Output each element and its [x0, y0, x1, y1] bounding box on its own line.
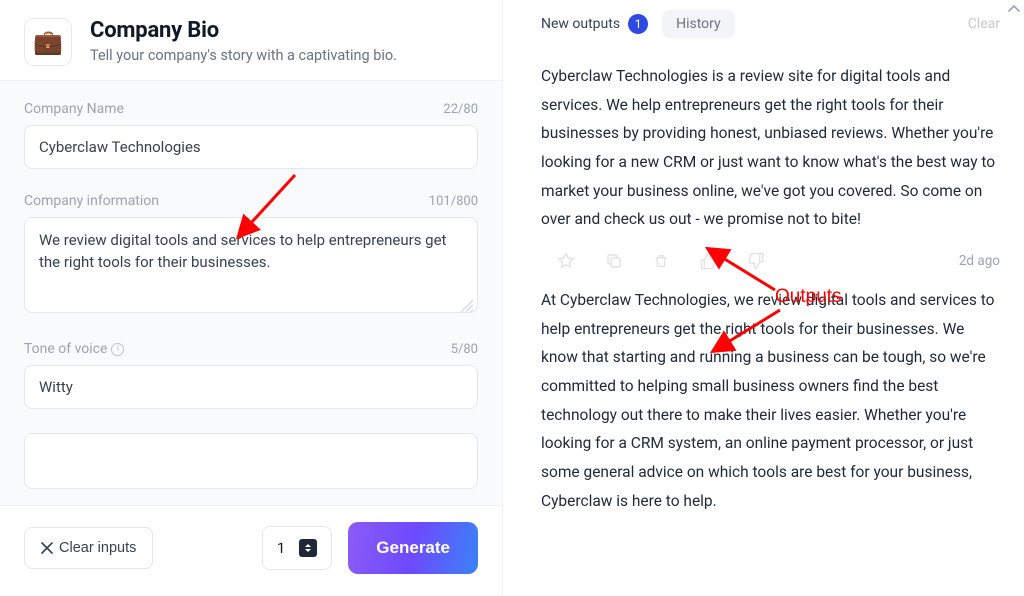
clear-inputs-label: Clear inputs	[59, 540, 136, 556]
clear-inputs-button[interactable]: Clear inputs	[24, 527, 153, 569]
annotation-label: Outputs	[775, 286, 842, 308]
header: 💼 Company Bio Tell your company's story …	[0, 0, 502, 81]
briefcase-icon: 💼	[24, 18, 72, 66]
right-panel: New outputs 1 History Clear Cyberclaw Te…	[503, 0, 1024, 596]
delete-icon[interactable]	[653, 252, 669, 270]
tone-label: Tone of voice i	[24, 341, 124, 357]
chevron-up-icon[interactable]	[1008, 4, 1020, 17]
clear-outputs-button[interactable]: Clear	[968, 16, 1000, 32]
output-count-value: 1	[277, 539, 285, 557]
company-name-label: Company Name	[24, 101, 124, 117]
output-timestamp: 2d ago	[959, 253, 1000, 269]
additional-field[interactable]	[24, 433, 478, 489]
page-subtitle: Tell your company's story with a captiva…	[90, 47, 397, 64]
company-name-count: 22/80	[443, 102, 478, 117]
output-actions: 2d ago	[541, 234, 1004, 274]
bottom-bar: Clear inputs 1 Generate	[0, 505, 502, 596]
thumbs-down-icon[interactable]	[747, 252, 765, 270]
stepper-icon[interactable]	[299, 539, 317, 557]
outputs-list: Cyberclaw Technologies is a review site …	[503, 50, 1024, 535]
copy-icon[interactable]	[605, 252, 623, 270]
field-company-name: Company Name 22/80	[24, 101, 478, 169]
star-icon[interactable]	[557, 252, 575, 270]
generate-button[interactable]: Generate	[348, 522, 478, 574]
page-title: Company Bio	[90, 18, 397, 43]
close-icon	[41, 542, 53, 554]
output-item[interactable]: Cyberclaw Technologies is a review site …	[541, 62, 1004, 234]
info-icon[interactable]: i	[111, 343, 124, 356]
field-tone: Tone of voice i 5/80	[24, 341, 478, 409]
company-info-label: Company information	[24, 193, 159, 209]
new-outputs-badge: 1	[628, 14, 648, 34]
output-item[interactable]: At Cyberclaw Technologies, we review dig…	[541, 286, 1004, 515]
new-outputs-label: New outputs	[541, 16, 620, 32]
company-name-input[interactable]	[24, 125, 478, 169]
outputs-header: New outputs 1 History Clear	[503, 0, 1024, 50]
tab-history[interactable]: History	[662, 10, 735, 38]
company-info-count: 101/800	[429, 194, 478, 209]
thumbs-up-icon[interactable]	[699, 252, 717, 270]
field-company-info: Company information 101/800	[24, 193, 478, 317]
tone-count: 5/80	[451, 342, 478, 357]
tab-new-outputs[interactable]: New outputs 1	[541, 14, 648, 34]
company-info-textarea[interactable]	[24, 217, 478, 313]
tone-input[interactable]	[24, 365, 478, 409]
left-panel: 💼 Company Bio Tell your company's story …	[0, 0, 503, 596]
output-count-stepper[interactable]: 1	[262, 526, 332, 570]
